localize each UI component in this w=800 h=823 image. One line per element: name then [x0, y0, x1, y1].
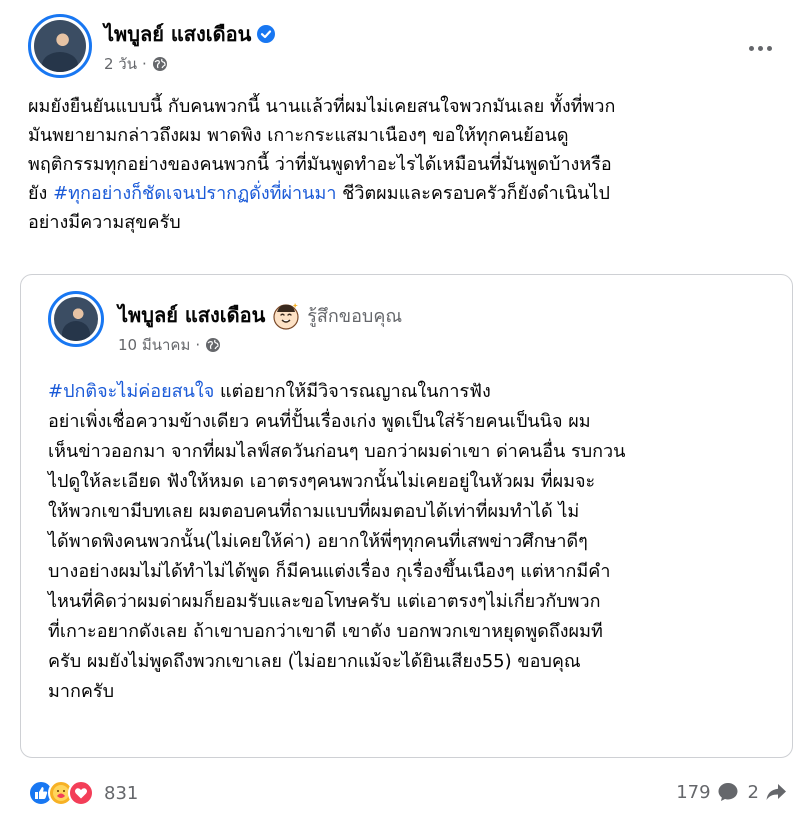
- shared-line: #ปกติจะไม่ค่อยสนใจ แต่อยากให้มีวิจารณญาณ…: [48, 377, 778, 407]
- avatar-photo: [54, 297, 98, 341]
- shared-line: มากครับ: [48, 681, 115, 702]
- share-count-button[interactable]: 2: [748, 780, 788, 804]
- shared-line: ไปดูให้ละเอียด ฟังให้หมด เอาตรงๆคนพวกนั้…: [48, 471, 596, 492]
- shared-author-name[interactable]: ไพบูลย์ แสงเดือน: [118, 299, 265, 331]
- shared-post-meta: 10 มีนาคม ·: [118, 333, 221, 357]
- post-line-suffix: ชีวิตผมและครอบครัวก็ยังดำเนินไป: [336, 183, 610, 204]
- hashtag-link[interactable]: #ปกติจะไม่ค่อยสนใจ: [48, 381, 214, 402]
- post-line: ยัง #ทุกอย่างก็ชัดเจนปรากฏดั่งที่ผ่านมา …: [28, 179, 788, 208]
- engagement-stats: 179 2: [676, 780, 788, 804]
- meta-separator: ·: [142, 55, 147, 73]
- shared-line: ให้พวกเขามีบทเลย ผมตอบคนที่ถามแบบที่ผมตอ…: [48, 501, 580, 522]
- shared-line: บางอย่างผมไม่ได้ทำไม่ได้พูด ก็มีคนแต่งเร…: [48, 561, 611, 582]
- reaction-count[interactable]: 831: [104, 783, 138, 804]
- author-name[interactable]: ไพบูลย์ แสงเดือน: [104, 22, 251, 46]
- shared-author-row: ไพบูลย์ แสงเดือน รู้สึกขอบคุณ: [118, 299, 402, 331]
- shared-line: ที่เกาะอยากดังเลย ถ้าเขาบอกว่าเขาดี เขาด…: [48, 621, 603, 642]
- author-avatar[interactable]: [28, 14, 92, 78]
- post-timestamp[interactable]: 2 วัน: [104, 52, 137, 76]
- globe-icon[interactable]: [205, 337, 221, 353]
- author-name-row: ไพบูลย์ แสงเดือน: [104, 18, 276, 50]
- shared-author-avatar[interactable]: [48, 291, 104, 347]
- post-line: ผมยังยืนยันแบบนี้ กับคนพวกนี้ นานแล้วที่…: [28, 96, 616, 117]
- shared-line: เห็นข่าวออกมา จากที่ผมไลฟ์สดวันก่อนๆ บอก…: [48, 441, 626, 462]
- post-line-prefix: ยัง: [28, 183, 54, 204]
- shared-post-header: ไพบูลย์ แสงเดือน รู้สึกขอบคุณ 10 มีนาคม …: [48, 291, 748, 355]
- comment-count: 179: [676, 781, 711, 803]
- feeling-label: รู้สึกขอบคุณ: [307, 305, 403, 327]
- shared-post-card[interactable]: ไพบูลย์ แสงเดือน รู้สึกขอบคุณ 10 มีนาคม …: [20, 274, 793, 758]
- post-text: ผมยังยืนยันแบบนี้ กับคนพวกนี้ นานแล้วที่…: [28, 92, 788, 237]
- comment-count-button[interactable]: 179: [676, 780, 739, 804]
- globe-icon[interactable]: [152, 56, 168, 72]
- shared-post-text: #ปกติจะไม่ค่อยสนใจ แต่อยากให้มีวิจารณญาณ…: [48, 377, 778, 707]
- post-line: อย่างมีความสุขครับ: [28, 212, 181, 233]
- grateful-emoji-icon: [273, 303, 299, 330]
- post-header: ไพบูลย์ แสงเดือน 2 วัน ·: [28, 14, 778, 78]
- shared-line: ครับ ผมยังไม่พูดถึงพวกเขาเลย (ไม่อยากแม้…: [48, 651, 581, 672]
- post-line: พฤติกรรมทุกอย่างของคนพวกนี้ ว่าที่มันพูด…: [28, 154, 612, 175]
- shared-line-suffix: แต่อยากให้มีวิจารณญาณในการฟัง: [214, 381, 491, 402]
- hashtag-link[interactable]: #ทุกอย่างก็ชัดเจนปรากฏดั่งที่ผ่านมา: [53, 183, 336, 204]
- verified-badge-icon: [257, 25, 276, 43]
- shared-line: อย่าเพิ่งเชื่อความข้างเดียว คนที่ปั้นเรื…: [48, 411, 591, 432]
- share-icon: [766, 784, 786, 800]
- shared-post-timestamp[interactable]: 10 มีนาคม: [118, 333, 190, 357]
- meta-separator: ·: [195, 336, 201, 354]
- post-line: มันพยายามกล่าวถึงผม พาดพิง เกาะกระแสมาเน…: [28, 125, 569, 146]
- reactions-summary[interactable]: 831: [28, 780, 138, 806]
- shared-line: ได้พาดพิงคนพวกนั้น(ไม่เคยให้ค่า) อยากให้…: [48, 531, 588, 552]
- shared-line: ไหนที่คิดว่าผมด่าผมก็ยอมรับและขอโทษครับ …: [48, 591, 601, 612]
- comment-icon: [718, 783, 738, 801]
- post-meta: 2 วัน ·: [104, 52, 168, 76]
- share-count: 2: [747, 781, 759, 803]
- avatar-photo: [34, 20, 86, 72]
- more-options-icon[interactable]: [742, 38, 778, 58]
- post-footer: 831 179 2: [28, 778, 788, 812]
- love-reaction-icon: [68, 780, 94, 806]
